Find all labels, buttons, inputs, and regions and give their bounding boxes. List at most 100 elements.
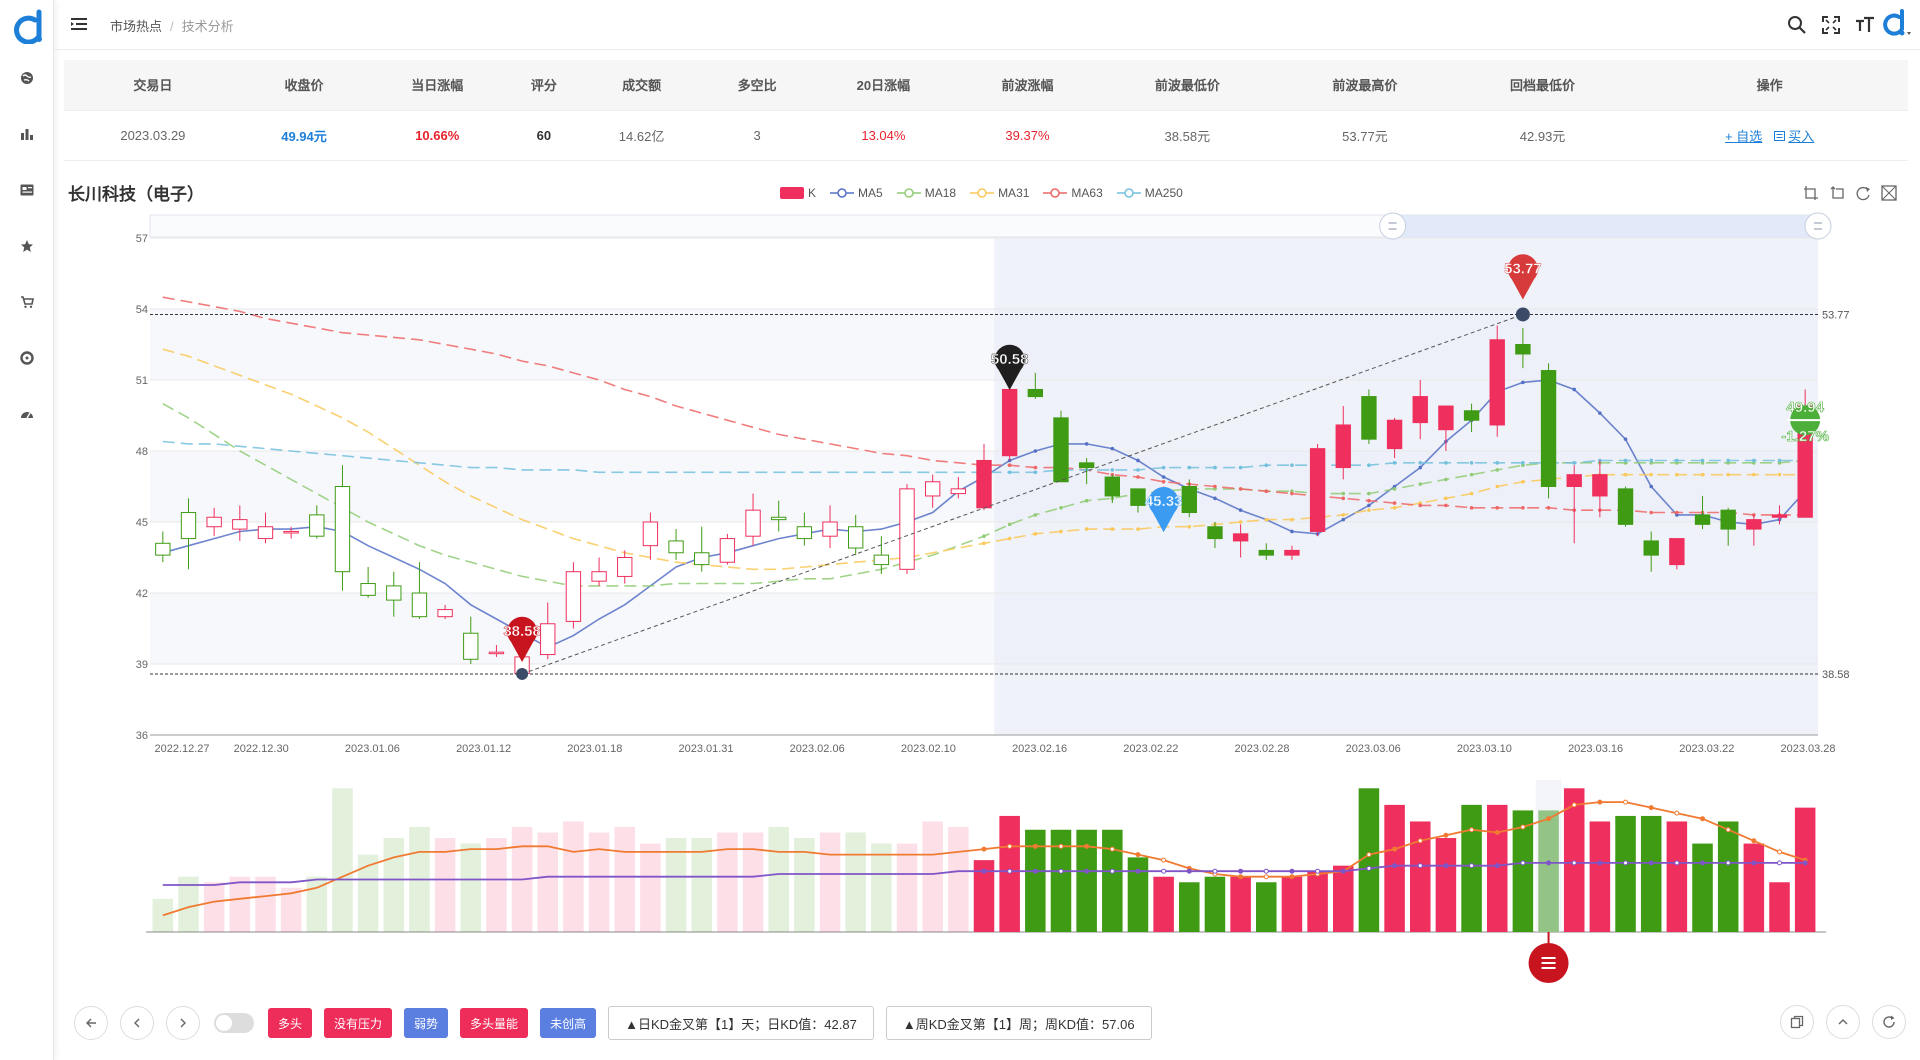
cell-prev-wave-low: 38.58元 <box>1098 110 1277 161</box>
next-button[interactable] <box>166 1006 200 1040</box>
ma18-point <box>1187 487 1192 491</box>
ma63-point <box>1084 468 1089 472</box>
vol_ma_fast-point <box>1571 802 1577 808</box>
ma63-point <box>1495 506 1500 510</box>
vol_ma_fast-line <box>162 801 1806 917</box>
ma18-point <box>1623 461 1628 465</box>
status-tag[interactable]: 多头量能 <box>460 1008 529 1038</box>
news-icon <box>20 184 34 196</box>
status-tag[interactable]: 多头 <box>268 1008 313 1038</box>
ma31-point <box>1649 472 1653 477</box>
ma63-point <box>1264 489 1269 494</box>
volume-bar <box>1358 788 1380 932</box>
stats-table: 交易日 收盘价 当日涨幅 评分 成交额 多空比 20日涨幅 前波涨幅 前波最低价… <box>64 60 1908 161</box>
candle-body <box>463 632 479 660</box>
ma31-point <box>1315 515 1320 520</box>
ma18-point <box>1110 496 1115 501</box>
candle-body <box>694 552 710 566</box>
vol_ma_fast-point <box>1032 843 1038 849</box>
candle-body <box>822 521 838 537</box>
ma250-point <box>1059 468 1063 472</box>
volume-bar <box>409 826 430 932</box>
search-icon[interactable] <box>1786 14 1808 36</box>
ma250-point <box>1469 461 1474 465</box>
app-logo[interactable] <box>9 8 45 44</box>
vol_ma_slow-point <box>1751 860 1757 866</box>
vol_ma_slow-point <box>1186 868 1192 874</box>
ma250-point <box>1495 461 1500 465</box>
save-image-icon[interactable] <box>1880 184 1898 202</box>
table-row: 2023.03.29 49.94元 10.66% 60 14.62亿 3 13.… <box>64 110 1908 161</box>
vol_ma_slow-point <box>1340 868 1346 874</box>
ma31-point <box>1700 472 1705 477</box>
zoom-reset-icon[interactable] <box>1828 184 1846 202</box>
ma250-point <box>1264 463 1269 468</box>
sidebar-item-chart[interactable] <box>0 122 54 146</box>
font-size-icon[interactable] <box>1854 14 1876 36</box>
status-tag[interactable]: 未创高 <box>540 1008 597 1038</box>
sidebar-item-dashboard[interactable] <box>0 402 54 426</box>
legend-item[interactable]: MA31 <box>970 186 1029 200</box>
volume-bar <box>1153 876 1174 932</box>
breadcrumb-root[interactable]: 市场热点 <box>110 19 162 34</box>
volume-bar <box>1102 829 1123 932</box>
volume-bar <box>203 882 225 932</box>
legend-item[interactable]: MA250 <box>1116 186 1183 200</box>
sidebar-item-support[interactable] <box>0 346 54 370</box>
cell-score: 60 <box>508 110 580 161</box>
y-tick-label: 57 <box>136 233 148 245</box>
sidebar-item-news[interactable] <box>0 178 54 202</box>
ma63-point <box>1213 484 1217 489</box>
first-button[interactable] <box>74 1006 108 1040</box>
volume-bar <box>332 788 353 932</box>
ma31-point <box>1264 517 1269 522</box>
candle-body <box>1463 410 1480 421</box>
legend-item[interactable]: K <box>780 186 816 200</box>
legend-item[interactable]: MA5 <box>830 186 883 200</box>
ma5-point <box>1136 458 1140 463</box>
volume-bar <box>896 843 918 932</box>
menu-toggle-icon[interactable] <box>70 15 88 33</box>
grid-band <box>150 309 1818 380</box>
ma31-point <box>1007 536 1012 541</box>
cell-trade-date: 2023.03.29 <box>64 110 242 161</box>
restore-icon[interactable] <box>1854 184 1872 202</box>
legend-item[interactable]: MA63 <box>1043 186 1103 200</box>
ma5-point <box>1572 387 1577 392</box>
ma5-point <box>1675 513 1679 517</box>
float-menu-button[interactable] <box>1528 943 1569 983</box>
sidebar-item-cart[interactable] <box>0 290 54 314</box>
col-change-20d: 20日涨幅 <box>810 60 957 111</box>
ma31-point <box>982 541 986 546</box>
legend-label: MA250 <box>1144 186 1183 200</box>
ma63-point <box>1598 508 1602 512</box>
status-tag[interactable]: 弱势 <box>404 1008 449 1038</box>
point-b-marker-label: 45.33 <box>1145 493 1183 510</box>
buy-link[interactable]: 买入 <box>1774 129 1814 144</box>
sidebar-item-favorites[interactable] <box>0 234 54 258</box>
fullscreen-icon[interactable] <box>1820 14 1842 36</box>
ma5-point <box>1726 520 1730 524</box>
candle-body <box>1386 419 1403 450</box>
sidebar-item-globe[interactable] <box>0 66 54 90</box>
candle-body <box>1746 519 1762 530</box>
x-tick-label: 2023.03.16 <box>1568 743 1623 755</box>
ma250-point <box>1649 458 1653 463</box>
vol_ma_slow-point <box>1058 868 1064 874</box>
user-avatar[interactable] <box>1878 8 1912 38</box>
cell-pullback-low: 42.93元 <box>1453 110 1632 161</box>
zoom-select-icon[interactable] <box>1802 184 1820 202</box>
scroll-top-button[interactable] <box>1826 1005 1860 1039</box>
copy-button[interactable] <box>1780 1005 1814 1039</box>
refresh-button[interactable] <box>1872 1005 1906 1039</box>
ma63-point <box>1469 506 1474 510</box>
stats-header-row: 交易日 收盘价 当日涨幅 评分 成交额 多空比 20日涨幅 前波涨幅 前波最低价… <box>64 60 1908 111</box>
add-watchlist-link[interactable]: + 自选 <box>1725 129 1762 144</box>
status-tag[interactable]: 没有压力 <box>324 1008 393 1038</box>
prev-button[interactable] <box>120 1006 154 1040</box>
legend-item[interactable]: MA18 <box>896 186 956 200</box>
mode-toggle[interactable] <box>214 1013 254 1033</box>
ma5-point <box>1187 487 1192 491</box>
ma63-point <box>1752 513 1756 517</box>
vol_ma_slow-point <box>1263 868 1269 874</box>
